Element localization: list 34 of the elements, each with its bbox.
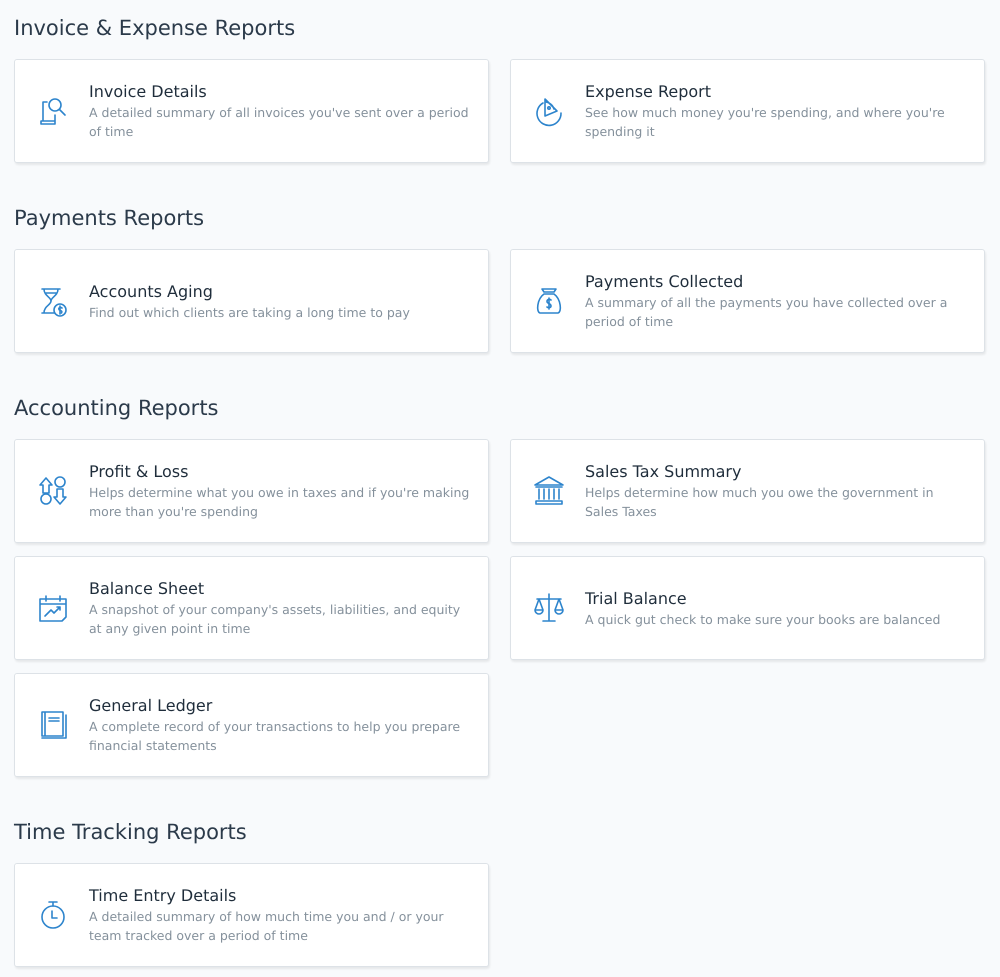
card-description: A quick gut check to make sure your books are balanced (585, 610, 940, 628)
card-description: See how much money you're spending, and where you're spending it (585, 104, 946, 141)
card-title: Profit & Loss (89, 461, 188, 483)
card-title: Balance Sheet (89, 578, 204, 600)
section-heading: Accounting Reports (14, 395, 218, 422)
section-heading: Payments Reports (14, 205, 204, 232)
card-description: A detailed summary of all invoices you've sent over a period of time (89, 104, 470, 141)
report-card[interactable]: Sales Tax Summary Helps determine how much you owe the government in Sales Taxes (510, 439, 985, 543)
report-card[interactable]: Balance Sheet A snapshot of your company's assets, liabilities, and equity at any given point in time (14, 556, 489, 660)
card-description: A complete record of your transactions to help you prepare financial statements (89, 718, 462, 755)
report-card[interactable]: Expense Report See how much money you're spending, and where you're spending it (510, 59, 985, 163)
card-description: A summary of all the payments you have collected over a period of time (585, 294, 948, 331)
report-card[interactable]: General Ledger A complete record of your transactions to help you prepare financial statements (14, 673, 489, 777)
report-card[interactable]: Profit & Loss Helps determine what you owe in taxes and if you're making more than you're spending (14, 439, 489, 543)
card-title: Time Entry Details (89, 885, 236, 907)
report-card[interactable]: Payments Collected A summary of all the payments you have collected over a period of time (510, 249, 985, 353)
card-description: A snapshot of your company's assets, liabilities, and equity at any given point in time (89, 601, 462, 638)
card-description: Find out which clients are taking a long time to pay (89, 304, 410, 322)
report-card[interactable]: Accounts Aging Find out which clients are taking a long time to pay (14, 249, 489, 353)
card-title: Payments Collected (585, 271, 744, 293)
card-title: Sales Tax Summary (585, 461, 742, 483)
card-title: Accounts Aging (89, 280, 213, 302)
card-description: A detailed summary of how much time you and / or your team tracked over a period of time (89, 908, 445, 945)
section-heading: Invoice & Expense Reports (14, 15, 296, 42)
section-heading: Time Tracking Reports (14, 819, 247, 846)
card-title: Trial Balance (585, 588, 687, 610)
report-card[interactable]: Invoice Details A detailed summary of all invoices you've sent over a period of time (14, 59, 489, 163)
card-title: Expense Report (585, 81, 712, 103)
card-title: General Ledger (89, 695, 212, 717)
report-card[interactable]: Trial Balance A quick gut check to make sure your books are balanced (510, 556, 985, 660)
card-description: Helps determine how much you owe the government in Sales Taxes (585, 484, 935, 521)
card-title: Invoice Details (89, 81, 207, 103)
report-card[interactable]: Time Entry Details A detailed summary of how much time you and / or your team tracked over a period of time (14, 863, 489, 967)
card-description: Helps determine what you owe in taxes and if you're making more than you're spending (89, 484, 470, 521)
